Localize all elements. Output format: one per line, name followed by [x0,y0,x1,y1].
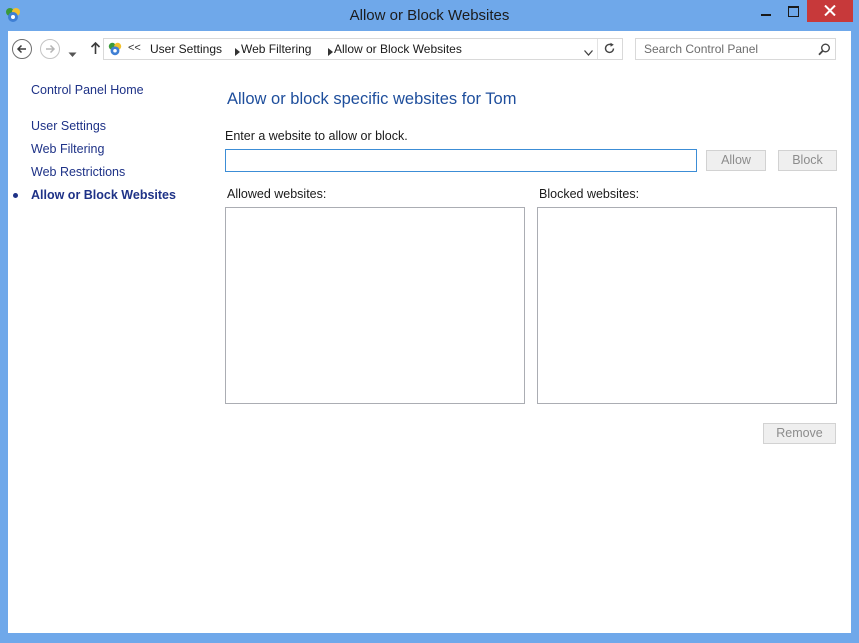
chevron-down-icon [68,52,77,57]
search-icon[interactable] [818,43,831,61]
website-entry-label: Enter a website to allow or block. [225,129,408,143]
chevron-down-icon [584,50,593,56]
sidebar-item-user-settings[interactable]: User Settings [31,119,106,133]
back-button[interactable] [12,39,32,59]
blocked-websites-label: Blocked websites: [539,187,640,201]
forward-button[interactable] [40,39,60,59]
recent-locations-button[interactable] [68,45,77,63]
sidebar-item-control-panel-home[interactable]: Control Panel Home [31,83,144,97]
up-button[interactable] [90,41,101,60]
back-arrow-icon [16,44,26,54]
address-bar[interactable]: << User Settings Web Filtering Allow or … [103,38,623,60]
current-page-bullet-icon [13,193,18,198]
breadcrumb-web-filtering[interactable]: Web Filtering [241,42,311,56]
maximize-button[interactable] [780,0,806,22]
breadcrumb-separator-icon[interactable] [235,45,240,59]
sidebar-item-allow-or-block-websites[interactable]: Allow or Block Websites [31,188,176,202]
left-pane: Control Panel Home User Settings Web Fil… [8,68,208,633]
blocked-websites-list[interactable] [537,207,837,404]
title-bar[interactable]: Allow or Block Websites [0,0,859,31]
minimize-button[interactable] [752,0,780,22]
allowed-websites-label: Allowed websites: [227,187,327,201]
parental-controls-icon [107,41,123,57]
sidebar-item-web-filtering[interactable]: Web Filtering [31,142,104,156]
client-area: << User Settings Web Filtering Allow or … [8,31,851,633]
navigation-bar: << User Settings Web Filtering Allow or … [8,31,851,68]
refresh-button[interactable] [603,42,616,58]
allow-button[interactable]: Allow [706,150,766,171]
block-button[interactable]: Block [778,150,837,171]
window-title: Allow or Block Websites [349,7,510,24]
search-input[interactable] [636,39,820,59]
website-input[interactable] [225,149,697,172]
window-frame-bottom [0,633,859,643]
address-divider [597,39,598,59]
minimize-icon [761,14,771,16]
sidebar-item-web-restrictions[interactable]: Web Restrictions [31,165,125,179]
forward-arrow-icon [46,44,56,54]
breadcrumb-separator-icon[interactable] [328,45,333,59]
maximize-icon [788,6,799,17]
up-arrow-icon [90,41,101,54]
remove-button[interactable]: Remove [763,423,836,444]
search-box[interactable] [635,38,836,60]
window: Allow or Block Websites << User Settings… [0,0,859,643]
page-title: Allow or block specific websites for Tom [227,90,517,108]
close-button[interactable] [807,0,853,22]
breadcrumb-overflow-button[interactable]: << [128,42,141,54]
breadcrumb-allow-block[interactable]: Allow or Block Websites [334,42,462,56]
refresh-icon [604,42,615,54]
close-icon [824,5,836,16]
breadcrumb-user-settings[interactable]: User Settings [150,42,222,56]
allowed-websites-list[interactable] [225,207,525,404]
address-dropdown-button[interactable] [584,45,593,59]
